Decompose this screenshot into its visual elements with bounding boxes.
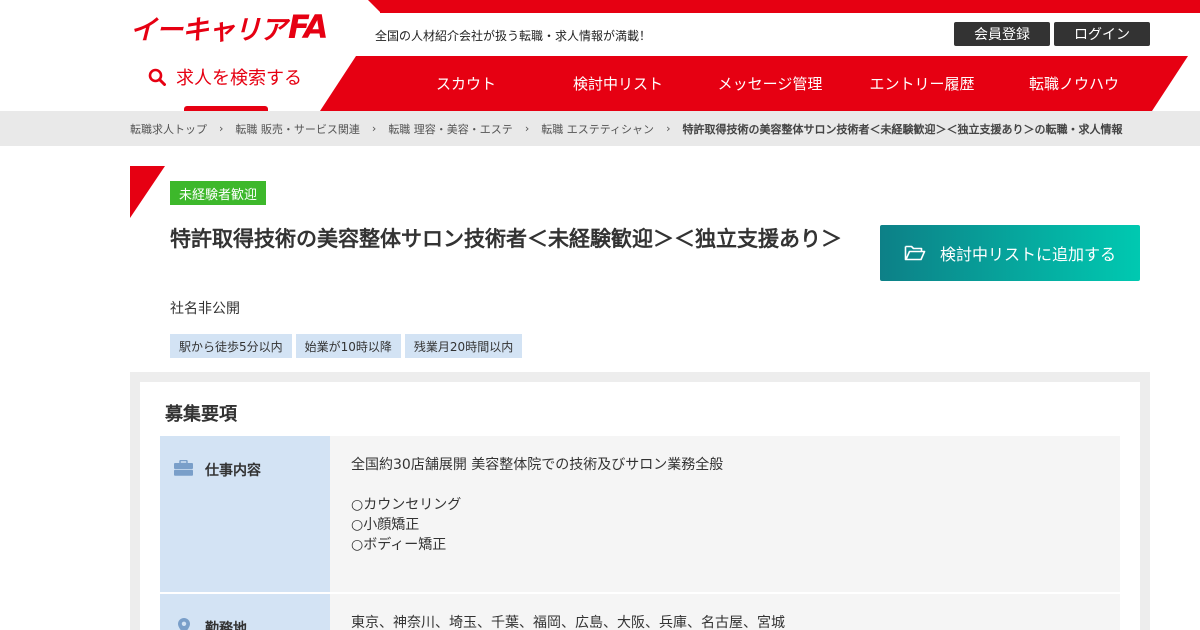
- login-button[interactable]: ログイン: [1054, 22, 1150, 46]
- breadcrumb-item-beauty[interactable]: 転職 理容・美容・エステ: [388, 121, 513, 137]
- job-description-blank-line: [351, 475, 1099, 495]
- work-location-label-text: 勤務地: [205, 621, 247, 630]
- breadcrumb-current: 特許取得技術の美容整体サロン技術者＜未経験歓迎＞＜独立支援あり＞の転職・求人情報: [682, 122, 1123, 136]
- inexperienced-welcome-badge: 未経験者歓迎: [170, 181, 267, 205]
- site-tagline: 全国の人材紹介会社が扱う転職・求人情報が満載！: [375, 29, 652, 43]
- add-to-consider-list-label: 検討中リストに追加する: [940, 245, 1117, 264]
- search-icon: [148, 68, 166, 86]
- title-corner-accent: [130, 166, 165, 218]
- company-name: 社名非公開: [170, 301, 240, 317]
- job-title: 特許取得技術の美容整体サロン技術者＜未経験歓迎＞＜独立支援あり＞: [170, 227, 842, 251]
- nav-consider-list[interactable]: 検討中リスト: [542, 56, 694, 111]
- logo-text: イーキャリア: [130, 14, 287, 46]
- job-description-label: 仕事内容: [160, 436, 330, 592]
- job-feature-tags: 駅から徒歩5分以内 始業が10時以降 残業月20時間以内: [170, 334, 523, 358]
- job-description-line: 全国約30店舗展開 美容整体院での技術及びサロン業務全般: [351, 457, 724, 473]
- job-description-line: ○小顔矯正: [351, 517, 420, 533]
- feature-tag: 駅から徒歩5分以内: [170, 334, 292, 358]
- folder-open-icon: [904, 245, 926, 261]
- work-location-value: 東京、神奈川、埼玉、千葉、福岡、広島、大阪、兵庫、名古屋、宮城: [330, 594, 1120, 630]
- breadcrumb: 転職求人トップ › 転職 販売・サービス関連 › 転職 理容・美容・エステ › …: [130, 111, 1122, 146]
- logo-fa: FA: [288, 8, 328, 46]
- job-description-line: ○カウンセリング: [351, 497, 462, 513]
- breadcrumb-item-top[interactable]: 転職求人トップ: [130, 121, 207, 137]
- job-search-link[interactable]: 求人を検索する: [148, 64, 302, 90]
- job-description-value: 全国約30店舗展開 美容整体院での技術及びサロン業務全般 ○カウンセリング ○小…: [330, 436, 1120, 592]
- nav-messages[interactable]: メッセージ管理: [694, 56, 846, 111]
- work-location-line: 東京、神奈川、埼玉、千葉、福岡、広島、大阪、兵庫、名古屋、宮城: [351, 615, 785, 630]
- feature-tag: 始業が10時以降: [295, 334, 401, 358]
- add-to-consider-list-button[interactable]: 検討中リストに追加する: [880, 225, 1140, 281]
- nav-entry-history[interactable]: エントリー履歴: [846, 56, 998, 111]
- briefcase-icon: [174, 460, 193, 476]
- main-nav: スカウト 検討中リスト メッセージ管理 エントリー履歴 転職ノウハウ: [390, 56, 1150, 111]
- nav-career-knowhow[interactable]: 転職ノウハウ: [998, 56, 1150, 111]
- feature-tag: 残業月20時間以内: [404, 334, 523, 358]
- map-pin-icon: [174, 618, 193, 630]
- site-logo[interactable]: イーキャリア FA: [130, 8, 328, 46]
- breadcrumb-separator: ›: [371, 122, 377, 135]
- register-button[interactable]: 会員登録: [954, 22, 1050, 46]
- breadcrumb-item-esthetician[interactable]: 転職 エステティシャン: [541, 121, 654, 137]
- breadcrumb-separator: ›: [666, 122, 671, 135]
- top-accent-bar: [380, 0, 1200, 13]
- job-description-label-text: 仕事内容: [205, 463, 261, 479]
- breadcrumb-separator: ›: [219, 122, 224, 135]
- job-search-label: 求人を検索する: [176, 68, 302, 89]
- nav-scout[interactable]: スカウト: [390, 56, 542, 111]
- job-description-line: ○ボディー矯正: [351, 537, 447, 553]
- breadcrumb-item-sales-service[interactable]: 転職 販売・サービス関連: [235, 121, 360, 137]
- work-location-label: 勤務地: [160, 594, 330, 630]
- breadcrumb-separator: ›: [524, 122, 530, 135]
- requirements-heading: 募集要項: [165, 404, 237, 425]
